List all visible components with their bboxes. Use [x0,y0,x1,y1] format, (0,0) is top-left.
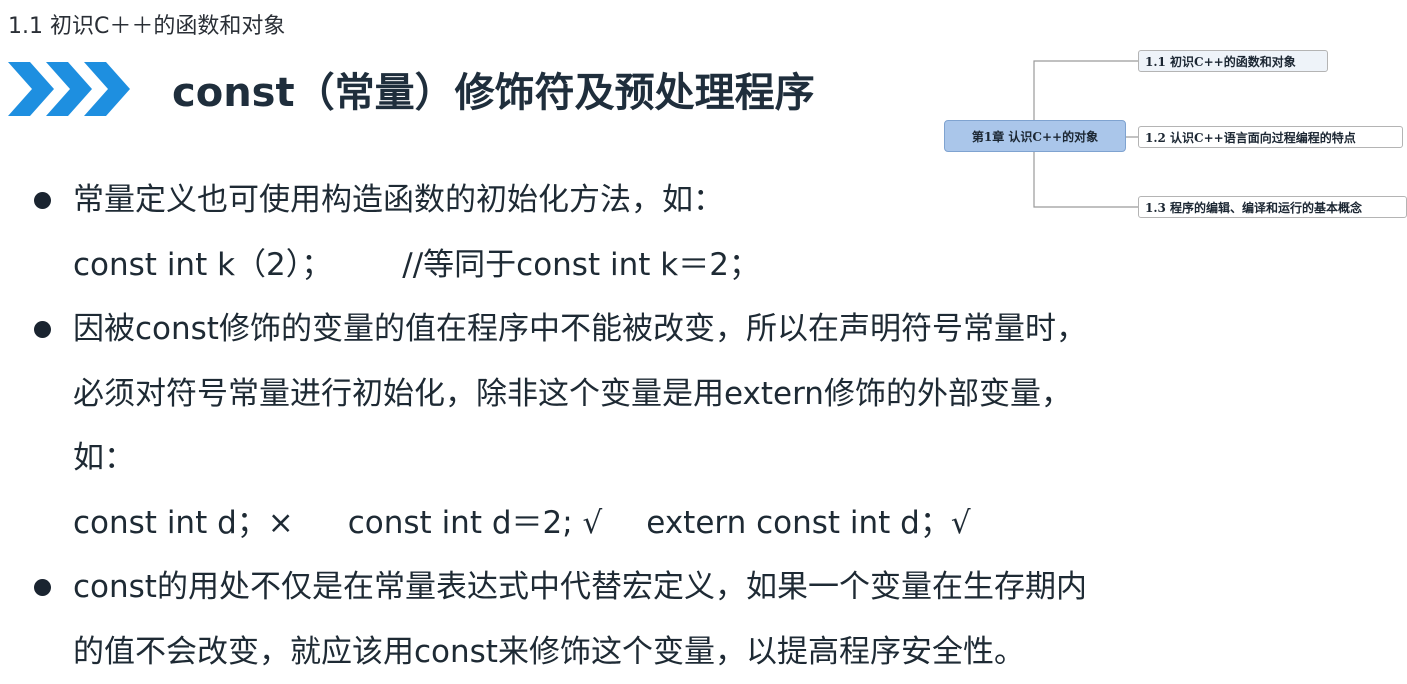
bullet-1-comment: //等同于const int k＝2； [402,246,760,283]
bullet-3-line-2: 的值不会改变，就应该用const来修饰这个变量，以提高程序安全性。 [30,620,1270,684]
mindmap-root-node[interactable]: 第1章 认识C++的对象 [944,120,1126,152]
bullet-3-text-1: const的用处不仅是在常量表达式中代替宏定义，如果一个变量在生存期内 [73,569,1087,605]
bullet-2-examples: const int d；× const int d＝2; √ extern cons… [30,491,1270,556]
bullet-2-text-2: 必须对符号常量进行初始化，除非这个变量是用extern修饰的外部变量， [73,375,1072,412]
bullet-2-line-1: 因被const修饰的变量的值在程序中不能被改变，所以在声明符号常量时， [30,297,1270,362]
example-3: extern const int d；√ [646,504,971,541]
bullet-2-text-1: 因被const修饰的变量的值在程序中不能被改变，所以在声明符号常量时， [73,311,1087,347]
bullet-2-line-2: 必须对符号常量进行初始化，除非这个变量是用extern修饰的外部变量， [30,362,1270,427]
bullet-dot-icon [34,192,51,209]
bullet-2-line-3: 如： [30,426,1270,491]
page-title: const（常量）修饰符及预处理程序 [172,70,815,116]
bullet-1-line: 常量定义也可使用构造函数的初始化方法，如： [30,168,1270,233]
example-1: const int d；× [73,504,294,541]
breadcrumb: 1.1 初识C＋＋的函数和对象 [8,14,286,39]
bullet-1-text: 常量定义也可使用构造函数的初始化方法，如： [73,182,724,218]
connector-1 [1033,60,1138,120]
bullet-1-code-line: const int k（2）； //等同于const int k＝2； [30,233,1270,298]
mindmap-node-1-1[interactable]: 1.1 初识C++的函数和对象 [1138,50,1328,72]
example-2: const int d＝2; √ [347,504,603,541]
bullet-3-text-2: 的值不会改变，就应该用const来修饰这个变量，以提高程序安全性。 [73,633,1025,670]
bullet-1-code: const int k（2）； [73,246,333,283]
content-body: 常量定义也可使用构造函数的初始化方法，如： const int k（2）； //等… [30,168,1270,684]
bullet-dot-icon [34,321,51,338]
chevron-arrows-icon [8,62,130,116]
bullet-2-text-3: 如： [73,440,135,476]
bullet-dot-icon [34,579,51,596]
chevron-1 [8,62,54,116]
bullet-3-line-1: const的用处不仅是在常量表达式中代替宏定义，如果一个变量在生存期内 [30,555,1270,620]
mindmap-node-1-2[interactable]: 1.2 认识C++语言面向过程编程的特点 [1138,126,1403,148]
